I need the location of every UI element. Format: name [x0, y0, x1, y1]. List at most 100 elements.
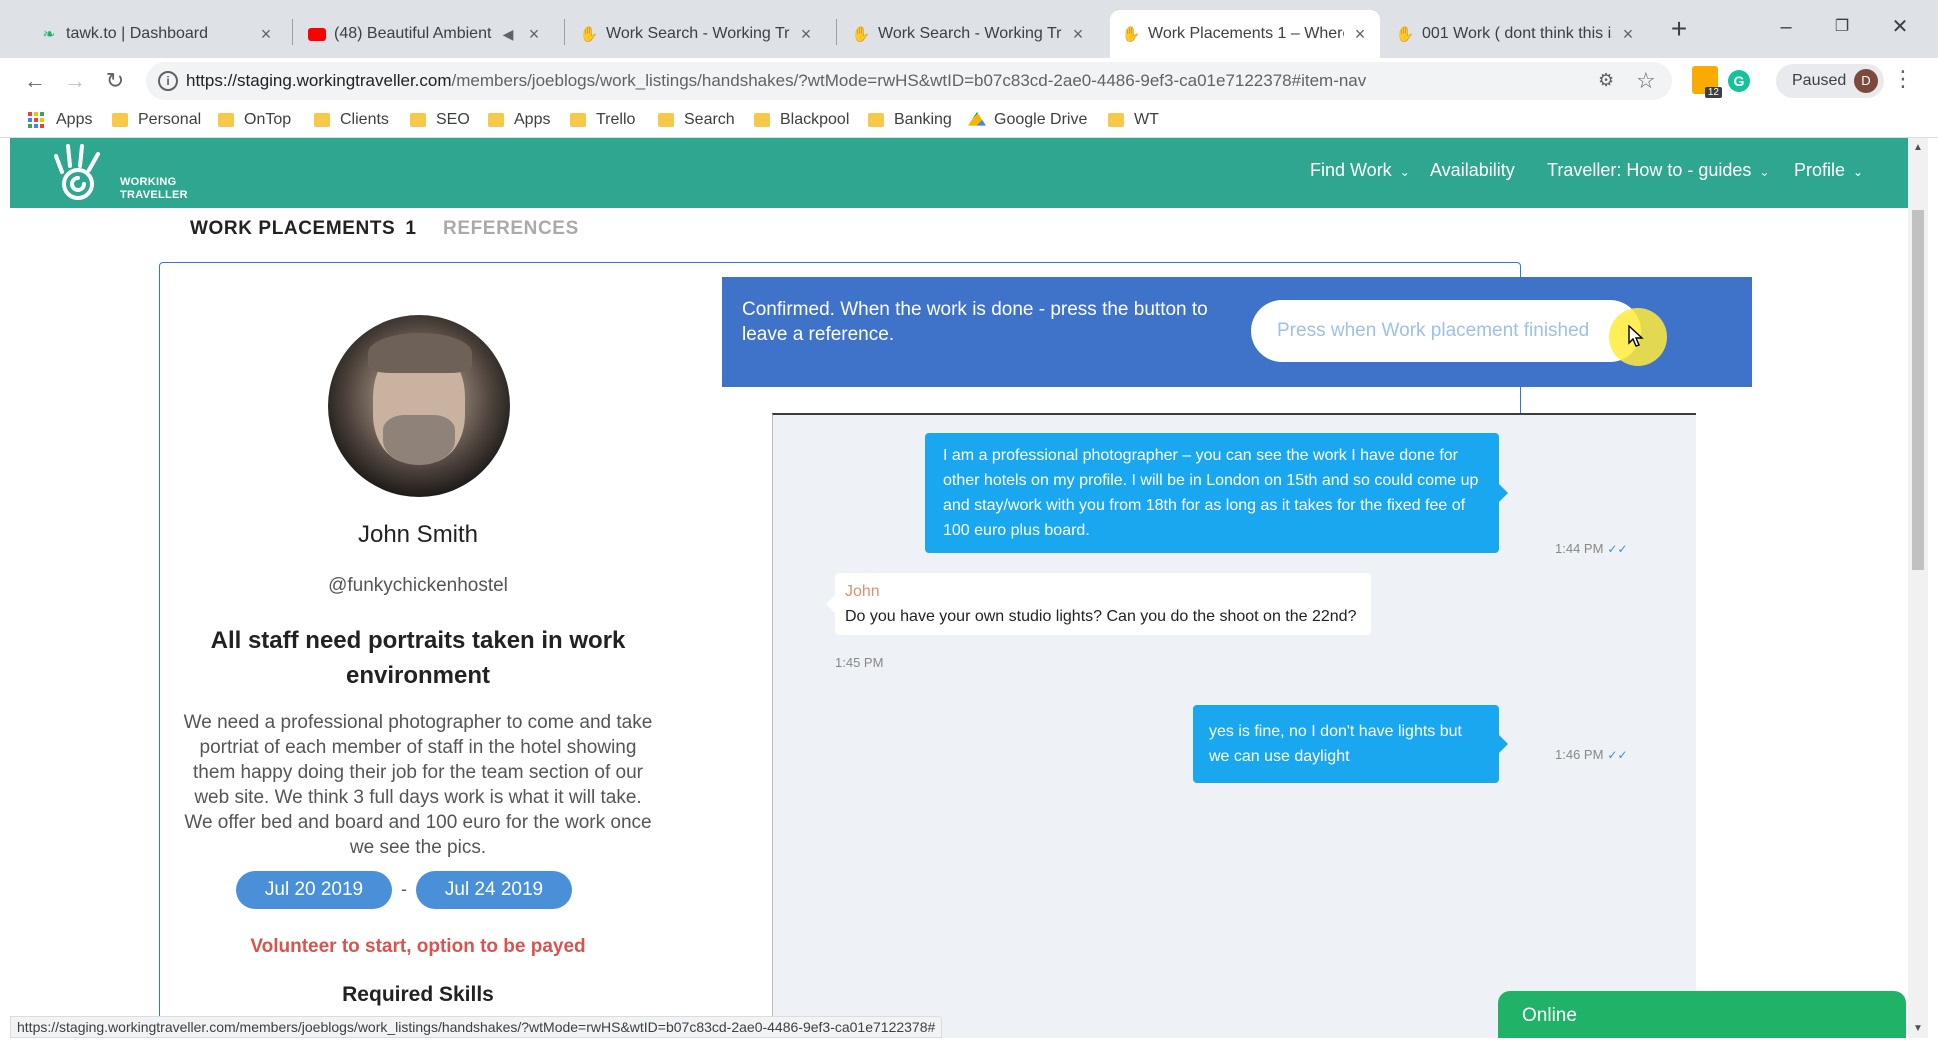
reload-button[interactable]: ↻ [100, 66, 130, 96]
close-tab-icon[interactable]: × [1350, 24, 1370, 45]
browser-tab-tawk[interactable]: ❧ tawk.to | Dashboard × [28, 10, 286, 58]
address-url[interactable]: https://staging.workingtraveller.com/mem… [186, 71, 1366, 91]
bookmark-star-icon[interactable]: ☆ [1636, 68, 1656, 94]
key-icon[interactable]: ⚙ [1598, 70, 1614, 91]
mouse-pointer-icon [1628, 325, 1644, 347]
profile-button[interactable]: Paused D [1776, 64, 1884, 98]
bookmark-label: Clients [340, 111, 389, 128]
nav-how-to-guides[interactable]: Traveller: How to - guides ⌄ [1547, 160, 1769, 181]
browser-tab-title: Work Search - Working Trave [878, 25, 1062, 42]
google-drive-icon [968, 112, 986, 126]
site-logo[interactable]: WORKING TRAVELLER [48, 142, 188, 206]
bookmark-trello[interactable]: Trello [570, 111, 635, 129]
extension-icon[interactable]: 12 [1692, 66, 1722, 98]
avatar-beard [383, 415, 455, 465]
youtube-favicon-icon [308, 25, 326, 43]
bookmark-apps-folder[interactable]: Apps [488, 111, 550, 129]
close-tab-icon[interactable]: × [256, 24, 276, 45]
nav-availability[interactable]: Availability [1430, 160, 1515, 181]
folder-icon [112, 113, 128, 127]
close-tab-icon[interactable]: × [1618, 24, 1638, 45]
bookmark-blackpool[interactable]: Blackpool [754, 111, 849, 129]
close-tab-icon[interactable]: × [524, 24, 544, 45]
browser-tab-work-search-1[interactable]: ✋ Work Search - Working Trave × [568, 10, 826, 58]
bookmarks-bar: Apps Personal OnTop Clients SEO Apps Tre… [0, 104, 1938, 138]
address-bar[interactable]: i https://staging.workingtraveller.com/m… [146, 62, 1672, 100]
chat-panel: I am a professional photographer – you c… [772, 413, 1696, 1038]
scrollbar-thumb[interactable] [1912, 210, 1924, 570]
bookmark-google-drive[interactable]: Google Drive [968, 111, 1087, 129]
page-viewport: WORKING TRAVELLER Find Work ⌄ Availabilit… [10, 138, 1908, 1038]
chat-message-outgoing: I am a professional photographer – you c… [925, 433, 1508, 553]
grammarly-icon[interactable]: G [1728, 70, 1750, 92]
folder-icon [218, 113, 234, 127]
tab-work-placements[interactable]: WORK PLACEMENTS 1 [190, 218, 417, 240]
bookmark-label: Banking [894, 111, 952, 128]
bookmark-apps[interactable]: Apps [28, 111, 92, 129]
chevron-down-icon: ⌄ [1399, 165, 1410, 179]
nav-profile[interactable]: Profile ⌄ [1794, 160, 1863, 181]
tab-references[interactable]: REFERENCES [443, 218, 579, 240]
browser-tab-work-001[interactable]: ✋ 001 Work ( dont think this is × [1384, 10, 1648, 58]
browser-tab-youtube[interactable]: (48) Beautiful Ambient Sp ◀ × [296, 10, 554, 58]
bookmark-wt[interactable]: WT [1108, 111, 1159, 129]
close-window-button[interactable]: ✕ [1880, 12, 1920, 42]
confirmation-text: Confirmed. When the work is done - press… [742, 299, 1208, 345]
folder-icon [314, 113, 330, 127]
bookmark-label: WT [1134, 111, 1159, 128]
nav-label: Profile [1794, 160, 1846, 180]
site-info-icon[interactable]: i [158, 71, 178, 91]
close-tab-icon[interactable]: × [796, 24, 816, 45]
tab-label: WORK PLACEMENTS [190, 218, 396, 239]
message-timestamp: 1:46 PM [1555, 747, 1604, 762]
brand-line-2: TRAVELLER [120, 189, 188, 201]
host-name: John Smith [357, 521, 479, 548]
minimize-window-button[interactable]: – [1766, 12, 1806, 42]
browser-tab-title: Work Search - Working Trave [606, 25, 790, 42]
scroll-up-arrow-icon[interactable]: ▲ [1913, 142, 1923, 153]
avatar-hair [368, 333, 472, 373]
folder-icon [754, 113, 770, 127]
browser-tab-work-search-2[interactable]: ✋ Work Search - Working Trave × [840, 10, 1098, 58]
message-text: Do you have your own studio lights? Can … [845, 608, 1357, 625]
working-traveller-favicon-icon: ✋ [579, 26, 599, 43]
bookmark-label: Blackpool [780, 111, 850, 128]
new-tab-button[interactable]: + [1664, 14, 1694, 44]
forward-button[interactable]: → [60, 66, 90, 96]
placement-finished-button[interactable]: Press when Work placement finished [1251, 300, 1641, 362]
nav-find-work[interactable]: Find Work ⌄ [1310, 160, 1410, 181]
placement-card: John Smith @funkychickenhostel All staff… [159, 262, 1752, 1038]
restore-window-button[interactable]: ❐ [1822, 12, 1862, 42]
working-traveller-favicon-icon: ✋ [1395, 26, 1415, 43]
browser-menu-icon[interactable]: ⋮ [1892, 66, 1914, 92]
bookmark-ontop[interactable]: OnTop [218, 111, 291, 129]
browser-tab-title: 001 Work ( dont think this is [1422, 25, 1612, 42]
scroll-down-arrow-icon[interactable]: ▼ [1913, 1023, 1923, 1034]
bookmark-search[interactable]: Search [658, 111, 735, 129]
tab-divider [292, 19, 293, 45]
chat-message-incoming: John Do you have your own studio lights?… [826, 573, 1371, 635]
end-date-badge: Jul 24 2019 [416, 871, 572, 909]
extension-badge: 12 [1704, 87, 1722, 98]
host-handle[interactable]: @funkychickenhostel [180, 575, 656, 597]
message-time: 1:46 PM ✓✓ [1555, 747, 1628, 762]
folder-icon [488, 113, 504, 127]
bookmark-clients[interactable]: Clients [314, 111, 389, 129]
bookmark-seo[interactable]: SEO [410, 111, 470, 129]
back-button[interactable]: ← [20, 66, 50, 96]
message-timestamp: 1:45 PM [835, 655, 884, 670]
browser-tab-strip: ❧ tawk.to | Dashboard × (48) Beautiful A… [0, 0, 1938, 58]
chevron-down-icon: ⌄ [1853, 165, 1864, 179]
tab-divider [564, 19, 565, 45]
page-scrollbar[interactable]: ▲ ▼ [1908, 138, 1928, 1038]
bookmark-banking[interactable]: Banking [868, 111, 952, 129]
bookmark-label: Apps [56, 111, 93, 128]
bookmark-personal[interactable]: Personal [112, 111, 201, 129]
browser-tab-work-placements[interactable]: ✋ Work Placements 1 – Where × [1110, 10, 1380, 58]
close-tab-icon[interactable]: × [1068, 24, 1088, 45]
bookmark-label: Personal [138, 111, 202, 128]
chat-widget-online[interactable]: Online [1498, 991, 1906, 1038]
brand-line-1: WORKING [120, 176, 177, 188]
working-traveller-favicon-icon: ✋ [1121, 26, 1141, 43]
mute-tab-icon[interactable]: ◀ [498, 26, 518, 43]
